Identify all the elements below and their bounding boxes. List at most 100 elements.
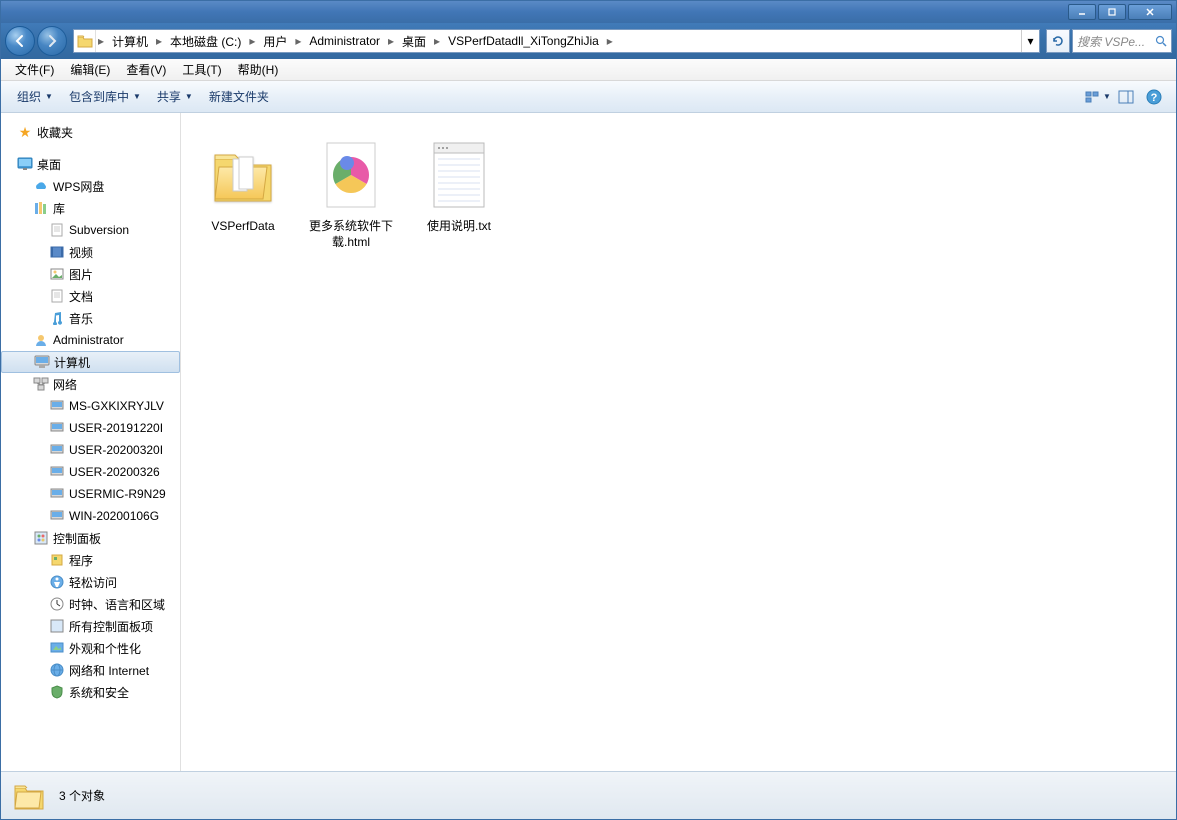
file-label: 更多系统软件下载.html xyxy=(307,219,395,250)
forward-button[interactable] xyxy=(37,26,67,56)
network-icon xyxy=(33,376,49,392)
tree-wps[interactable]: WPS网盘 xyxy=(1,175,180,197)
file-item-folder[interactable]: VSPerfData xyxy=(193,125,293,256)
address-dropdown[interactable]: ▾ xyxy=(1021,30,1039,52)
tree-video[interactable]: 视频 xyxy=(1,241,180,263)
folder-icon xyxy=(207,131,279,219)
video-icon xyxy=(49,244,65,260)
file-label: VSPerfData xyxy=(211,219,274,235)
breadcrumb-sep[interactable]: ▸ xyxy=(154,30,164,52)
tree-cpanel[interactable]: 控制面板 xyxy=(1,527,180,549)
menu-edit[interactable]: 编辑(E) xyxy=(62,59,118,80)
statusbar: 3 个对象 xyxy=(1,771,1176,819)
organize-button[interactable]: 组织▼ xyxy=(9,84,61,109)
globe-icon xyxy=(49,662,65,678)
tree-allcp[interactable]: 所有控制面板项 xyxy=(1,615,180,637)
tree-pictures[interactable]: 图片 xyxy=(1,263,180,285)
computer-icon xyxy=(49,508,65,524)
txt-icon xyxy=(423,131,495,219)
preview-pane-button[interactable] xyxy=(1112,85,1140,109)
address-bar[interactable]: ▸ 计算机 ▸ 本地磁盘 (C:) ▸ 用户 ▸ Administrator ▸… xyxy=(73,29,1040,53)
tree-library[interactable]: 库 xyxy=(1,197,180,219)
file-item-txt[interactable]: 使用说明.txt xyxy=(409,125,509,256)
navigation-pane: ★收藏夹 桌面 WPS网盘 库 Subversion 视频 图片 文档 音乐 A… xyxy=(1,113,181,771)
user-icon xyxy=(33,332,49,348)
minimize-button[interactable] xyxy=(1068,4,1096,20)
folder-icon xyxy=(11,778,47,814)
tree-computer[interactable]: 计算机 xyxy=(1,351,180,373)
document-icon xyxy=(49,288,65,304)
tree-subversion[interactable]: Subversion xyxy=(1,219,180,241)
tree-net-item[interactable]: USERMIC-R9N29 xyxy=(1,483,180,505)
tree-net-item[interactable]: USER-20200320I xyxy=(1,439,180,461)
breadcrumb-sep[interactable]: ▸ xyxy=(386,30,396,52)
computer-icon xyxy=(34,354,50,370)
programs-icon xyxy=(49,552,65,568)
refresh-button[interactable] xyxy=(1046,29,1070,53)
menu-help[interactable]: 帮助(H) xyxy=(230,59,287,80)
tree-documents[interactable]: 文档 xyxy=(1,285,180,307)
help-button[interactable]: ? xyxy=(1140,85,1168,109)
breadcrumb-item[interactable]: 计算机 xyxy=(106,30,154,52)
cpanel-icon xyxy=(49,618,65,634)
breadcrumb-item[interactable]: 用户 xyxy=(257,30,293,52)
tree-net-item[interactable]: WIN-20200106G xyxy=(1,505,180,527)
tree-net-item[interactable]: USER-20200326 xyxy=(1,461,180,483)
search-placeholder: 搜索 VSPe... xyxy=(1077,33,1155,50)
breadcrumb-item[interactable]: 桌面 xyxy=(396,30,432,52)
explorer-window: ▸ 计算机 ▸ 本地磁盘 (C:) ▸ 用户 ▸ Administrator ▸… xyxy=(0,0,1177,820)
back-button[interactable] xyxy=(5,26,35,56)
breadcrumb-sep[interactable]: ▸ xyxy=(605,30,615,52)
menubar: 文件(F) 编辑(E) 查看(V) 工具(T) 帮助(H) xyxy=(1,59,1176,81)
document-icon xyxy=(49,222,65,238)
ease-icon xyxy=(49,574,65,590)
tree-netint[interactable]: 网络和 Internet xyxy=(1,659,180,681)
close-button[interactable] xyxy=(1128,4,1172,20)
tree-network[interactable]: 网络 xyxy=(1,373,180,395)
star-icon: ★ xyxy=(17,124,33,140)
breadcrumb-sep[interactable]: ▸ xyxy=(96,30,106,52)
tree-appearance[interactable]: 外观和个性化 xyxy=(1,637,180,659)
newfolder-button[interactable]: 新建文件夹 xyxy=(201,84,277,109)
tree-net-item[interactable]: USER-20191220I xyxy=(1,417,180,439)
breadcrumb-sep[interactable]: ▸ xyxy=(293,30,303,52)
tree-ease[interactable]: 轻松访问 xyxy=(1,571,180,593)
tree-desktop[interactable]: 桌面 xyxy=(1,153,180,175)
breadcrumb-sep[interactable]: ▸ xyxy=(247,30,257,52)
menu-view[interactable]: 查看(V) xyxy=(118,59,174,80)
html-icon xyxy=(315,131,387,219)
computer-icon xyxy=(49,398,65,414)
breadcrumb-item[interactable]: Administrator xyxy=(303,30,386,52)
search-input[interactable]: 搜索 VSPe... xyxy=(1072,29,1172,53)
navbar: ▸ 计算机 ▸ 本地磁盘 (C:) ▸ 用户 ▸ Administrator ▸… xyxy=(1,23,1176,59)
toolbar: 组织▼ 包含到库中▼ 共享▼ 新建文件夹 ▼ ? xyxy=(1,81,1176,113)
breadcrumb-item[interactable]: VSPerfDatadll_XiTongZhiJia xyxy=(442,30,605,52)
breadcrumb-sep[interactable]: ▸ xyxy=(432,30,442,52)
tree-programs[interactable]: 程序 xyxy=(1,549,180,571)
tree-clock[interactable]: 时钟、语言和区域 xyxy=(1,593,180,615)
tree-favorites[interactable]: ★收藏夹 xyxy=(1,121,180,143)
search-icon xyxy=(1155,35,1167,47)
folder-icon xyxy=(74,30,96,52)
computer-icon xyxy=(49,486,65,502)
tree-admin[interactable]: Administrator xyxy=(1,329,180,351)
appearance-icon xyxy=(49,640,65,656)
menu-file[interactable]: 文件(F) xyxy=(7,59,62,80)
include-button[interactable]: 包含到库中▼ xyxy=(61,84,149,109)
file-label: 使用说明.txt xyxy=(427,219,491,235)
breadcrumb-item[interactable]: 本地磁盘 (C:) xyxy=(164,30,247,52)
maximize-button[interactable] xyxy=(1098,4,1126,20)
desktop-icon xyxy=(17,156,33,172)
file-item-html[interactable]: 更多系统软件下载.html xyxy=(301,125,401,256)
clock-icon xyxy=(49,596,65,612)
view-options-button[interactable]: ▼ xyxy=(1084,85,1112,109)
svg-text:?: ? xyxy=(1151,92,1158,104)
menu-tools[interactable]: 工具(T) xyxy=(174,59,229,80)
tree-net-item[interactable]: MS-GXKIXRYJLV xyxy=(1,395,180,417)
file-list[interactable]: VSPerfData 更多系统软件下载.html xyxy=(181,113,1176,771)
status-text: 3 个对象 xyxy=(59,787,105,804)
tree-music[interactable]: 音乐 xyxy=(1,307,180,329)
tree-security[interactable]: 系统和安全 xyxy=(1,681,180,703)
cloud-icon xyxy=(33,178,49,194)
share-button[interactable]: 共享▼ xyxy=(149,84,201,109)
